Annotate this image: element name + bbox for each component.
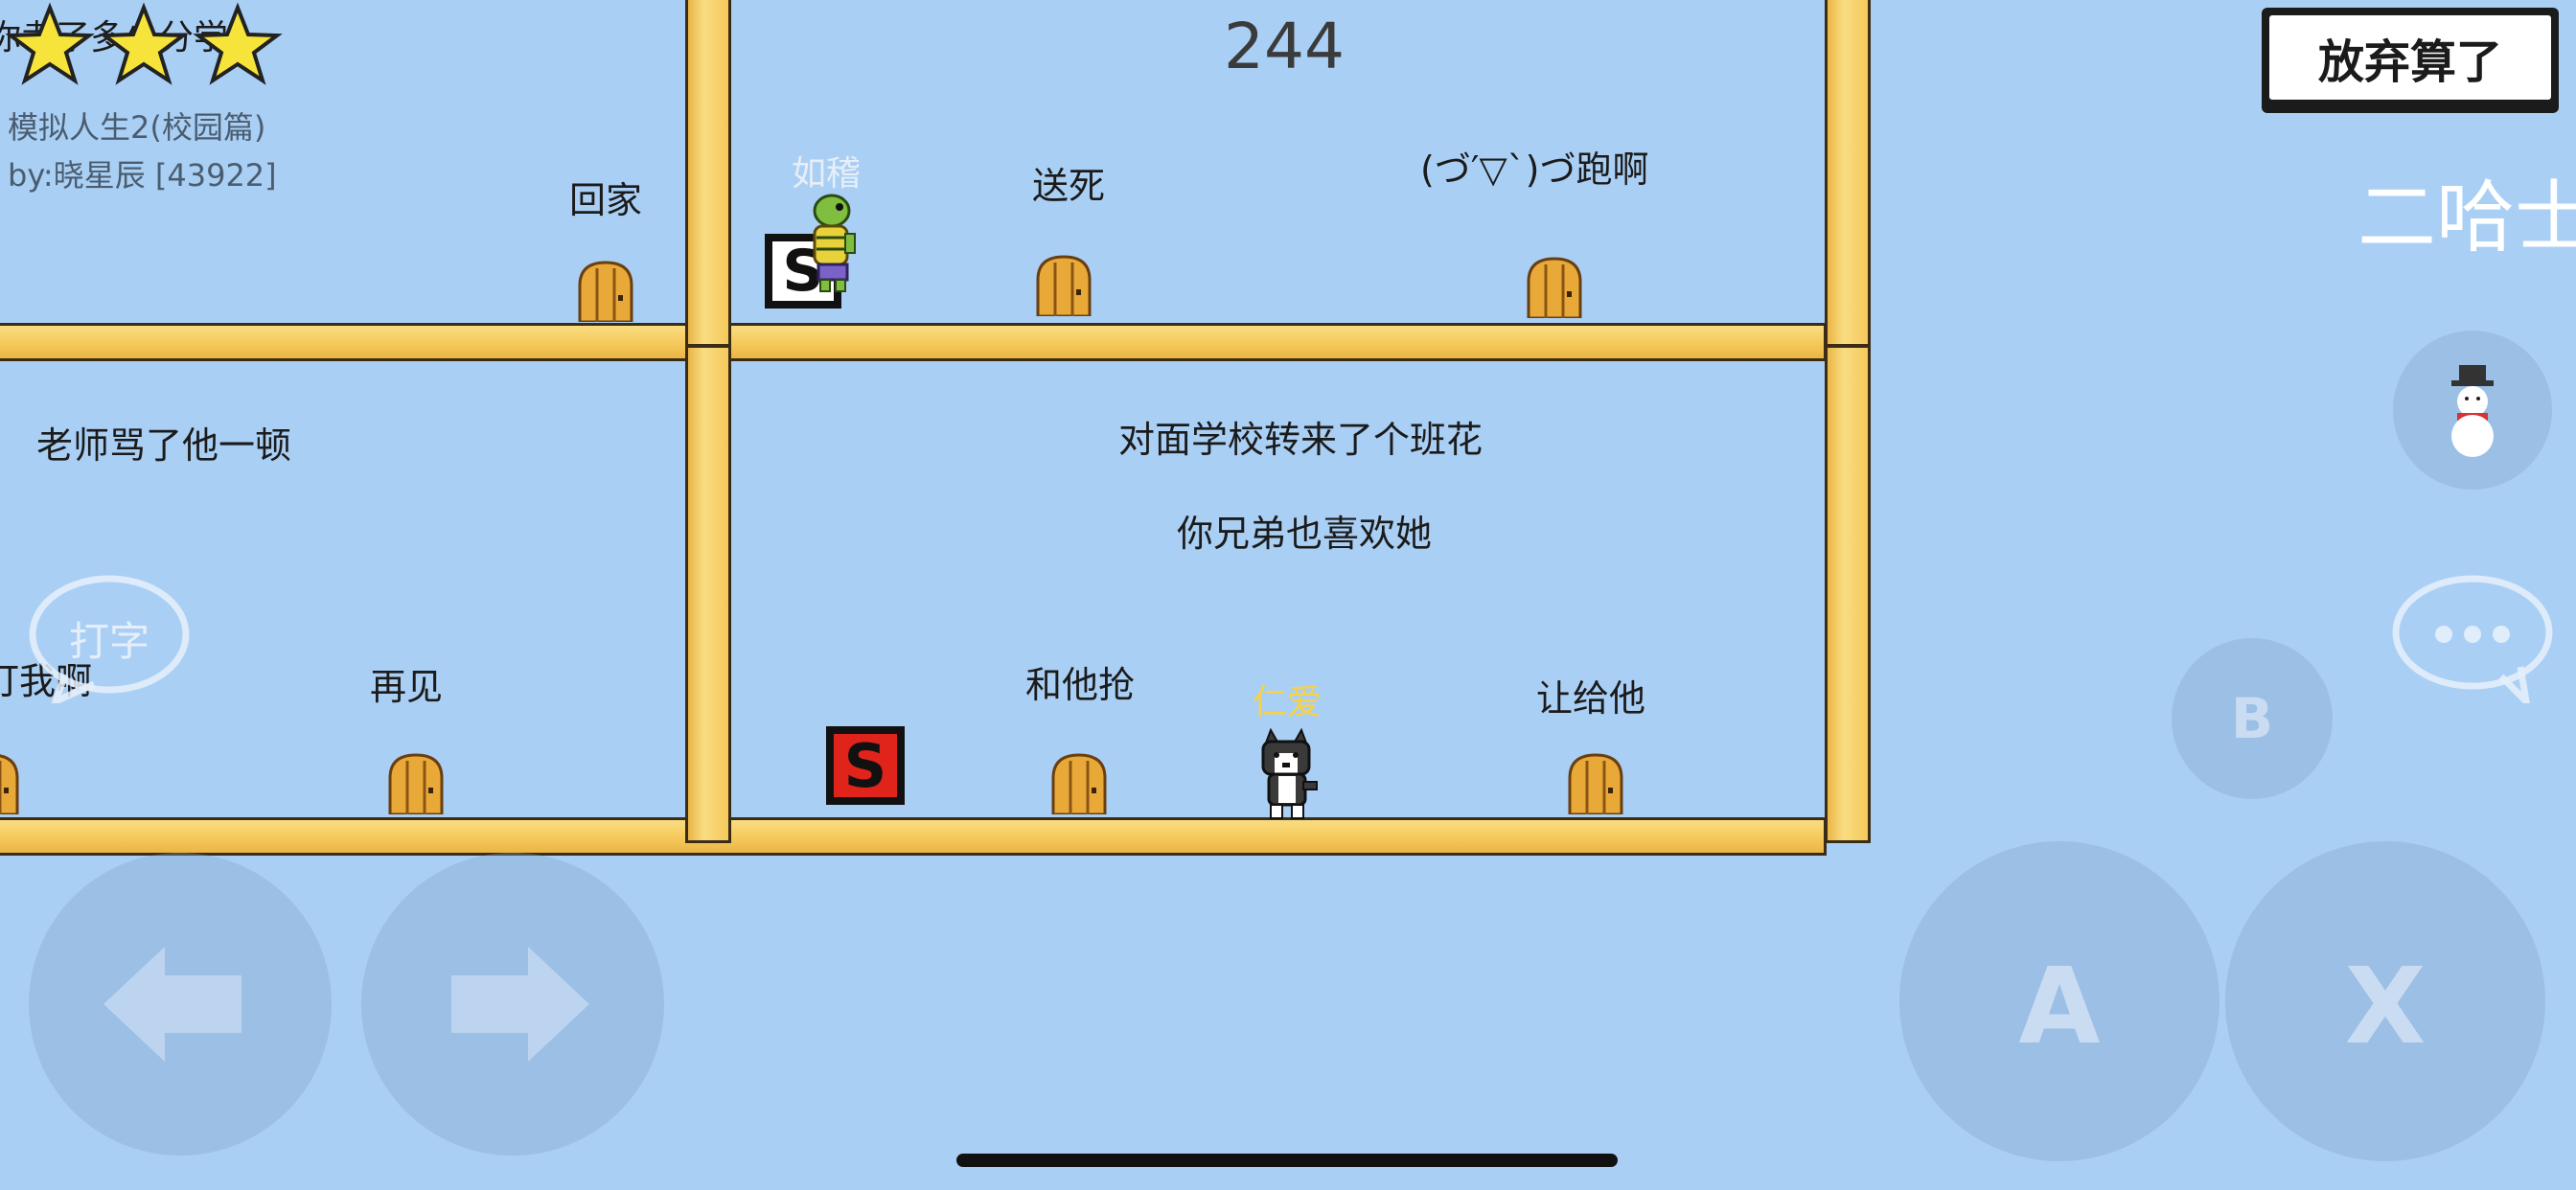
choice-goodbye: 再见 [370, 666, 444, 708]
floor-lower [0, 817, 1827, 856]
husky-character [1261, 728, 1318, 819]
level-title: 模拟人生2(校园篇) [8, 109, 266, 146]
pillar-left-upper [685, 0, 731, 347]
door-give-way[interactable] [1568, 753, 1623, 814]
pillar-right-lower [1825, 345, 1871, 843]
choice-compete: 和他抢 [1025, 664, 1136, 706]
snowman-button[interactable] [2393, 331, 2552, 490]
door-compete[interactable] [1051, 753, 1107, 814]
snowman-icon [2451, 365, 2494, 457]
x-button[interactable]: X [2225, 841, 2545, 1161]
timer: 244 [1224, 10, 1345, 83]
pillar-left-lower [685, 345, 731, 843]
move-left-button[interactable] [29, 853, 332, 1156]
typing-chat-label: 打字 [68, 618, 150, 665]
dog-name: 仁爱 [1253, 683, 1322, 722]
chat-bubble-button[interactable] [2390, 573, 2555, 712]
give-up-label: 放弃算了 [2317, 35, 2502, 89]
event-line-2: 你兄弟也喜欢她 [1177, 513, 1433, 555]
choice-run: (づ′▽`)づ跑啊 [1420, 149, 1649, 191]
floor-upper [0, 323, 1827, 361]
door-goodbye[interactable] [388, 753, 444, 814]
level-author: by:晓星辰 [43922] [8, 157, 277, 194]
choice-give-way: 让给他 [1536, 677, 1646, 720]
star-icon [99, 2, 189, 85]
door-go-home[interactable] [578, 261, 633, 322]
move-right-button[interactable] [361, 853, 664, 1156]
arrow-left-icon [104, 947, 242, 1062]
choice-suicide: 送死 [1032, 165, 1106, 207]
turtle-name: 如稽 [792, 154, 862, 194]
home-indicator[interactable] [956, 1154, 1618, 1167]
star-icon [5, 2, 95, 85]
event-line-1: 对面学校转来了个班花 [1118, 419, 1484, 461]
arrow-right-icon [451, 947, 589, 1062]
b-button[interactable]: B [2172, 638, 2333, 799]
typing-chat-button[interactable]: 打字 [27, 573, 192, 708]
a-button-label: A [2018, 945, 2101, 1067]
give-up-button[interactable]: 放弃算了 [2262, 8, 2559, 113]
a-button[interactable]: A [1899, 841, 2220, 1161]
player-name-right: 二哈士 [2358, 172, 2576, 263]
pillar-right-upper [1825, 0, 1871, 347]
door-suicide[interactable] [1036, 255, 1092, 316]
star-rating [5, 2, 293, 90]
b-button-label: B [2230, 686, 2274, 751]
star-icon [193, 2, 283, 85]
door-hit-me-partial[interactable] [0, 753, 19, 814]
x-button-label: X [2344, 945, 2426, 1067]
event-teacher-scolded: 老师骂了他一顿 [36, 424, 292, 467]
door-run[interactable] [1527, 257, 1582, 318]
turtle-character [813, 194, 856, 292]
choice-go-home: 回家 [569, 179, 643, 221]
save-point-red[interactable]: S [826, 726, 905, 805]
chat-bubble-icon [2392, 575, 2553, 712]
